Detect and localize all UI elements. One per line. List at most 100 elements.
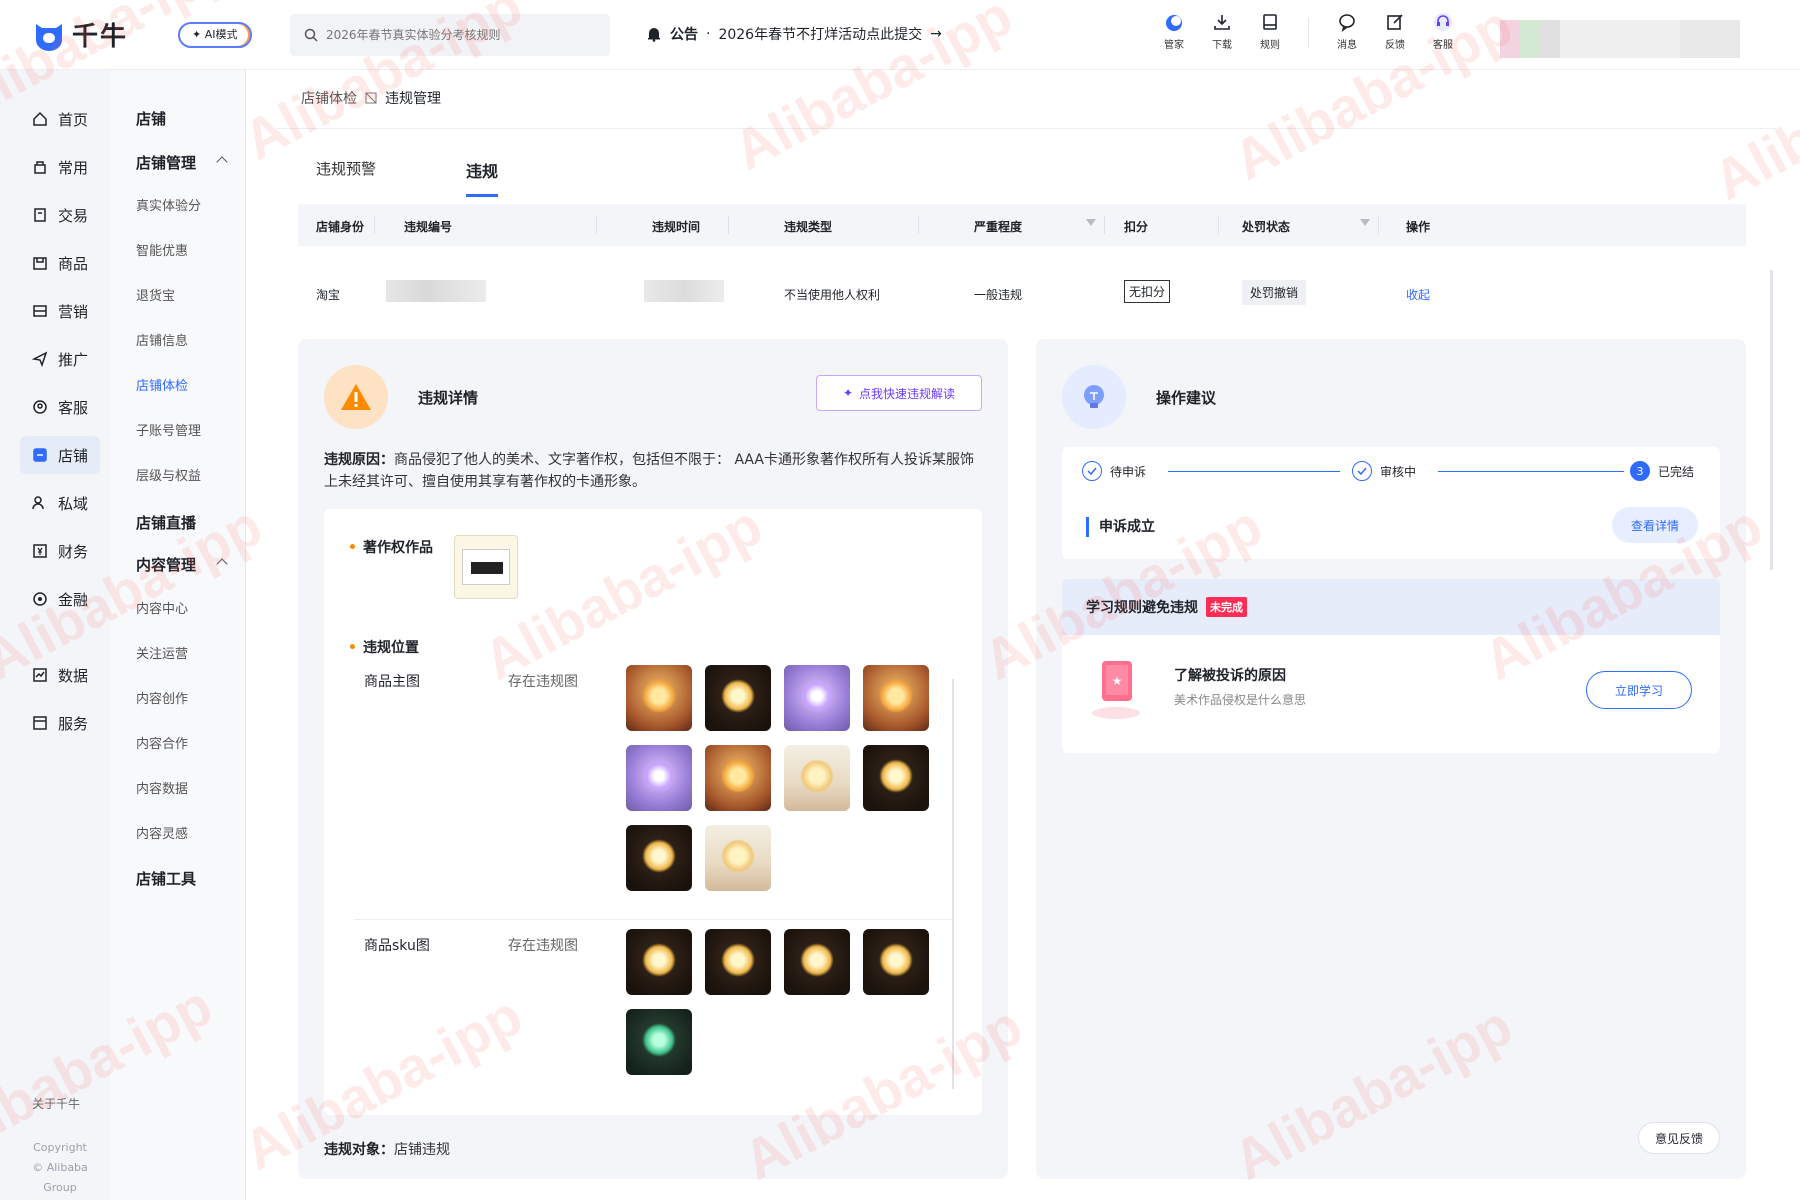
nav-promotion-label: 推广	[58, 350, 89, 369]
tab-violation-warning[interactable]: 违规预警	[316, 158, 376, 197]
start-learning-button[interactable]: 立即学习	[1586, 671, 1692, 709]
customer-service-label: 客服	[1433, 40, 1453, 51]
pin-icon	[34, 161, 46, 174]
nav-finance[interactable]: 财务	[20, 532, 100, 570]
nav-goods[interactable]: 商品	[20, 244, 100, 282]
feedback-button[interactable]: 意见反馈	[1638, 1122, 1720, 1154]
step-label: 待申诉	[1110, 464, 1147, 479]
step-number-badge: 3	[1630, 461, 1650, 481]
nav2-follow-ops[interactable]: 关注运营	[136, 643, 188, 662]
nav-shop[interactable]: 店铺	[20, 436, 100, 474]
nav2-content-coop[interactable]: 内容合作	[136, 733, 188, 752]
table-header: 店铺身份 违规编号 违规时间 违规类型 严重程度 扣分 处罚状态 操作	[298, 204, 1746, 246]
top-icon-divider	[1308, 18, 1309, 48]
nav-common[interactable]: 常用	[20, 148, 100, 186]
product-thumbnail[interactable]	[705, 745, 771, 811]
assistant-button[interactable]: 管家	[1150, 12, 1198, 51]
notice-bar[interactable]: 公告 · 2026年春节不打烊活动点此提交 →	[646, 24, 942, 44]
copyright-work-text: 著作权作品	[362, 540, 433, 556]
nav2-content-inspiration[interactable]: 内容灵感	[136, 823, 188, 842]
nav-data[interactable]: 数据	[20, 656, 100, 694]
nav2-shop-tools[interactable]: 店铺工具	[136, 868, 196, 889]
notice-sep: ·	[706, 26, 711, 42]
cell-type: 不当使用他人权利	[784, 288, 881, 302]
copyright-label: Copyright	[33, 1141, 87, 1154]
feedback-top-button[interactable]: 反馈	[1371, 12, 1419, 51]
product-thumbnail[interactable]	[705, 665, 771, 731]
bulb-icon	[1084, 385, 1104, 408]
nav2-sub-account[interactable]: 子账号管理	[136, 420, 201, 439]
message-button[interactable]: 消息	[1323, 12, 1371, 51]
nav2-return-treasure[interactable]: 退货宝	[136, 285, 175, 304]
nav-private-domain[interactable]: 私域	[20, 484, 100, 522]
th-divider	[374, 216, 375, 234]
nav2-content-data[interactable]: 内容数据	[136, 778, 188, 797]
customer-service-button[interactable]: 客服	[1419, 12, 1467, 51]
download-icon	[1214, 15, 1230, 30]
product-thumbnail[interactable]	[626, 745, 692, 811]
th-divider	[1218, 216, 1219, 234]
nav2-level-rights[interactable]: 层级与权益	[136, 465, 201, 484]
qianniu-logo[interactable]: 千牛	[32, 16, 128, 53]
notice-text[interactable]: 2026年春节不打烊活动点此提交	[718, 24, 922, 44]
product-thumbnail[interactable]	[784, 665, 850, 731]
rules-button[interactable]: 规则	[1246, 12, 1294, 51]
nav2-smart-discount[interactable]: 智能优惠	[136, 240, 188, 259]
nav2-shop-checkup[interactable]: 店铺体检	[136, 375, 188, 394]
search-input[interactable]	[326, 28, 586, 42]
nav-banking[interactable]: 金融	[20, 580, 100, 618]
filter-icon[interactable]	[1086, 219, 1096, 226]
app-name: 千牛	[72, 22, 129, 52]
nav2-content-manage[interactable]: 内容管理	[136, 554, 196, 575]
nav2-real-experience[interactable]: 真实体验分	[136, 195, 201, 214]
sku-thumbnail[interactable]	[705, 929, 771, 995]
message-label: 消息	[1337, 40, 1357, 51]
breadcrumb-parent[interactable]: 店铺体检	[301, 88, 357, 108]
nav-trade-label: 交易	[58, 206, 89, 225]
nav2-shop-live[interactable]: 店铺直播	[136, 512, 196, 533]
download-button[interactable]: 下载	[1198, 12, 1246, 51]
feedback-top-label: 反馈	[1385, 40, 1405, 51]
sku-thumbnail[interactable]	[626, 1009, 692, 1075]
ai-mode-toggle[interactable]: ✦ AI模式	[178, 22, 252, 48]
user-profile-blurred[interactable]	[1500, 20, 1740, 58]
filter-icon[interactable]	[1360, 219, 1370, 226]
chevron-up-icon[interactable]	[216, 558, 228, 570]
nav-marketing[interactable]: 营销	[20, 292, 100, 330]
product-thumbnail[interactable]	[626, 665, 692, 731]
nav-services[interactable]: 服务	[20, 704, 100, 742]
product-thumbnail[interactable]	[626, 825, 692, 891]
nav-promotion[interactable]: 推广	[20, 340, 100, 378]
view-detail-button[interactable]: 查看详情	[1612, 507, 1698, 543]
product-thumbnail[interactable]	[705, 825, 771, 891]
nav2-shop-info[interactable]: 店铺信息	[136, 330, 188, 349]
copyright-certificate-image[interactable]	[454, 535, 518, 599]
collapse-link[interactable]: 收起	[1406, 286, 1430, 303]
goods-icon	[33, 257, 47, 270]
bell-icon	[648, 28, 660, 42]
tab-violation[interactable]: 违规	[466, 158, 499, 197]
send-icon	[32, 351, 48, 367]
nav-trade[interactable]: 交易	[20, 196, 100, 234]
nav-home[interactable]: 首页	[20, 100, 100, 138]
search-box[interactable]	[290, 14, 610, 56]
step-connector	[1168, 471, 1340, 472]
product-thumbnail[interactable]	[863, 665, 929, 731]
evidence-scrollbar[interactable]	[952, 679, 954, 1089]
nav-service[interactable]: 客服	[20, 388, 100, 426]
sku-thumbnail[interactable]	[863, 929, 929, 995]
ai-interpret-button[interactable]: ✦ 点我快速违规解读	[816, 375, 982, 411]
download-label: 下载	[1212, 40, 1232, 51]
nav2-content-create[interactable]: 内容创作	[136, 688, 188, 707]
sku-thumbnail[interactable]	[784, 929, 850, 995]
sku-thumbnail[interactable]	[626, 929, 692, 995]
nav-shop-label: 店铺	[58, 446, 89, 465]
nav2-shop-manage[interactable]: 店铺管理	[136, 152, 196, 173]
about-link[interactable]: 关于千牛	[32, 1095, 80, 1112]
product-thumbnail[interactable]	[863, 745, 929, 811]
nav2-content-center[interactable]: 内容中心	[136, 598, 188, 617]
page-scrollbar[interactable]	[1770, 270, 1773, 570]
chevron-up-icon[interactable]	[216, 156, 228, 168]
product-thumbnail[interactable]	[784, 745, 850, 811]
assistant-icon	[1166, 15, 1182, 31]
